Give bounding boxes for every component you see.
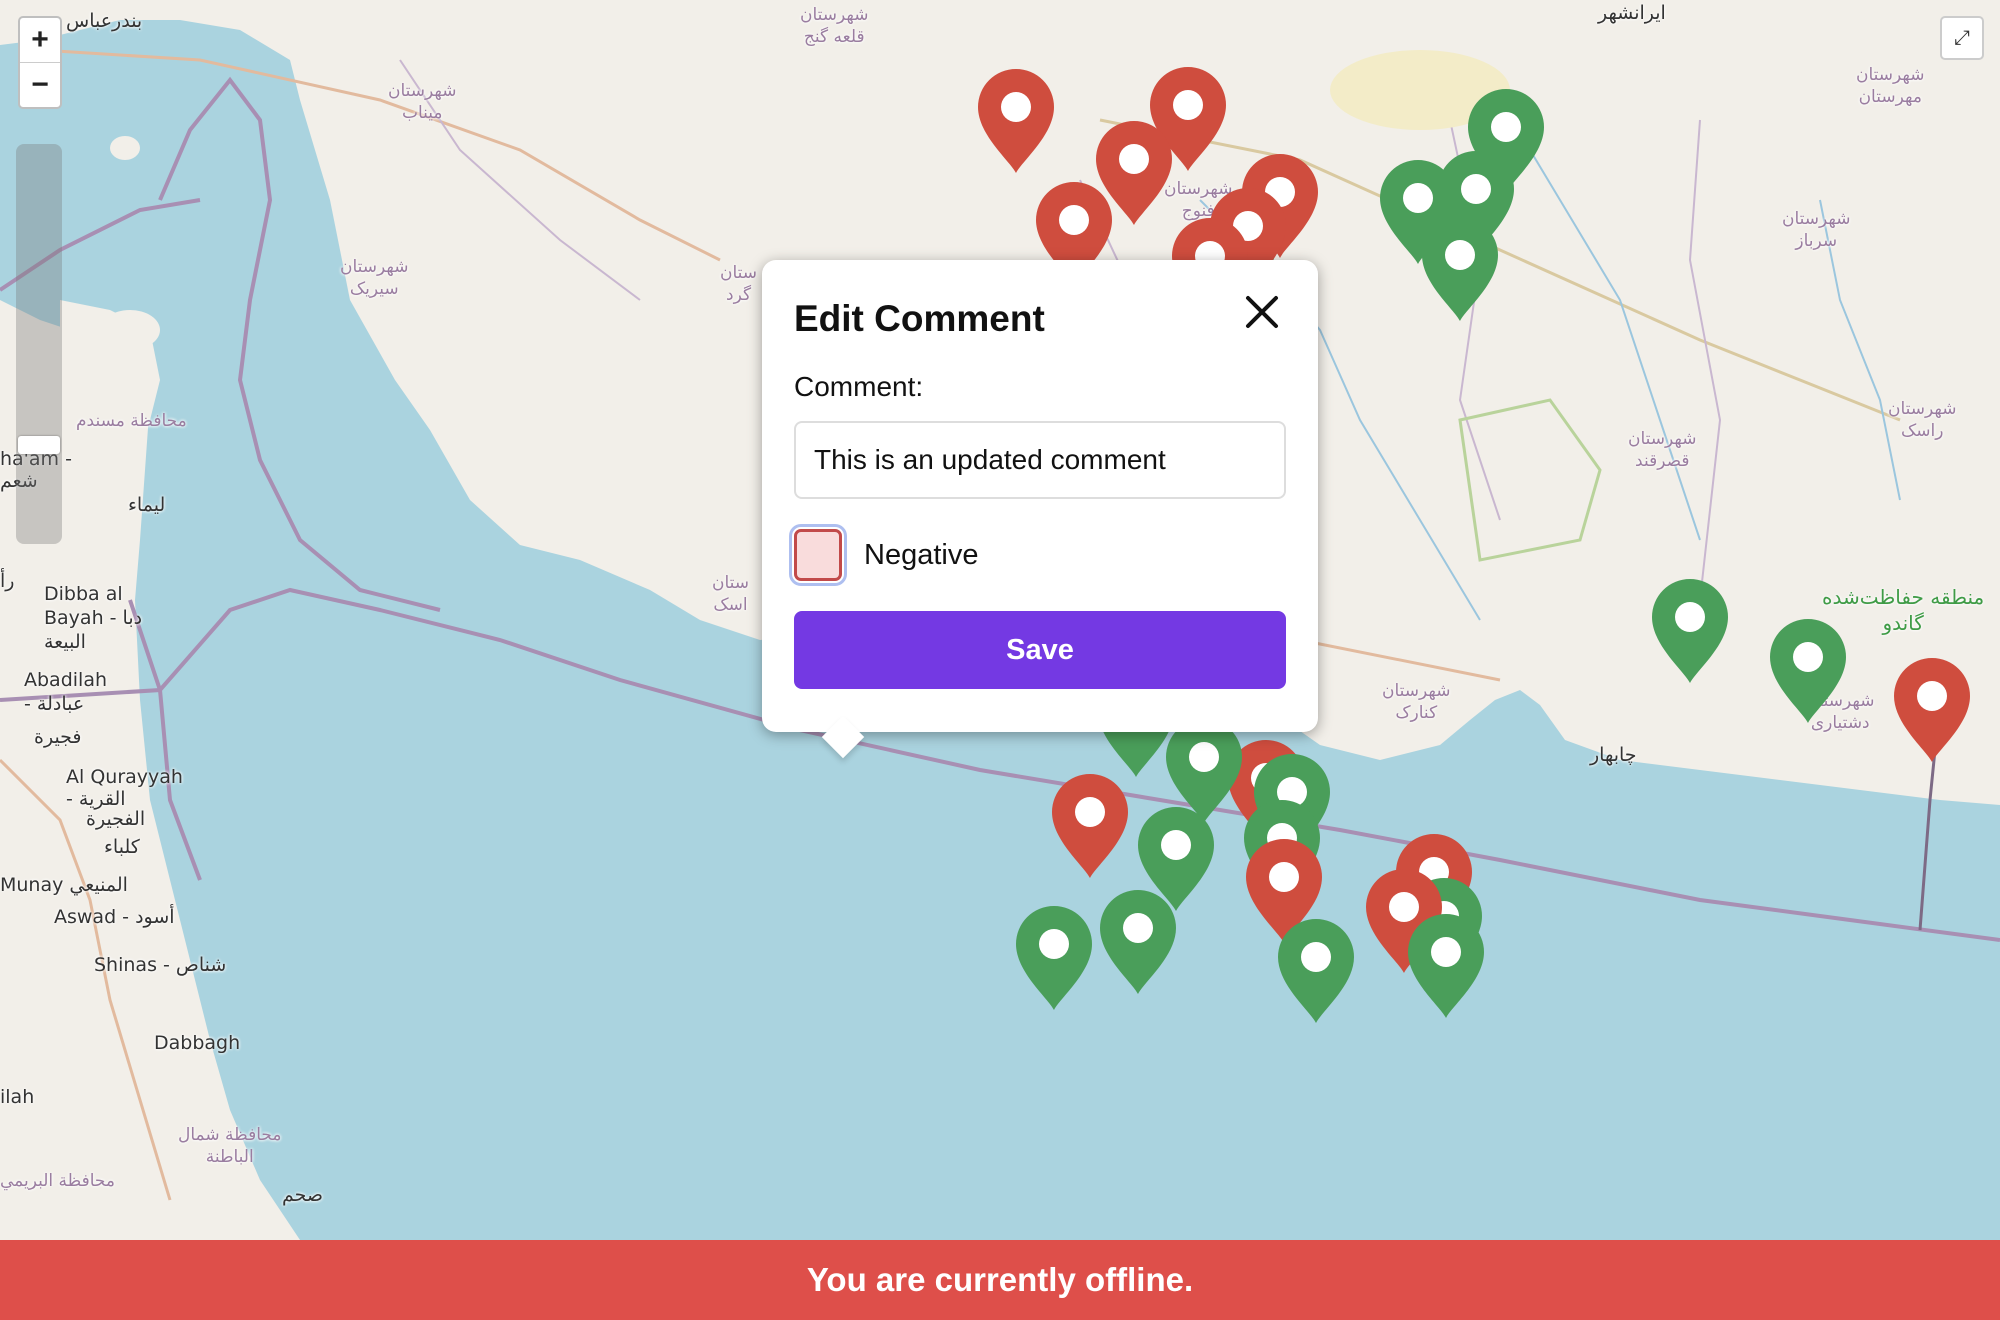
map-marker-icon[interactable] <box>974 65 1058 175</box>
map-marker-icon[interactable] <box>1890 654 1974 764</box>
place-label: ایرانشهر <box>1598 2 1666 24</box>
map-marker-icon[interactable] <box>1766 615 1850 725</box>
place-label: شهرستان قلعه گنج <box>800 5 869 47</box>
map-marker-icon[interactable] <box>1404 910 1488 1020</box>
place-label: Dibba al Bayah - دبا البيعة <box>44 583 143 653</box>
place-label: الفجيرة <box>86 808 146 830</box>
place-label: Shinas - شناص <box>94 954 227 976</box>
place-label: Abadilah - عبادلة <box>24 669 108 715</box>
place-label: Aswad - أسود <box>54 906 175 928</box>
save-button[interactable]: Save <box>794 611 1286 689</box>
place-label: محافظة شمال الباطنة <box>178 1125 282 1167</box>
negative-checkbox[interactable] <box>789 524 847 586</box>
popup-title: Edit Comment <box>794 298 1045 339</box>
edit-comment-popup: Edit Comment Comment: Negative Save <box>762 260 1318 759</box>
zoom-control: + − <box>18 16 62 109</box>
fullscreen-button[interactable]: ⤢ <box>1940 16 1984 60</box>
place-label: شهرستان سیریک <box>340 257 409 299</box>
close-icon[interactable] <box>1242 292 1282 332</box>
place-label: شهرستان راسک <box>1888 399 1957 441</box>
place-label: Munay المنيعي <box>0 874 128 896</box>
place-label: رأ <box>0 570 15 592</box>
comment-input[interactable] <box>794 421 1286 499</box>
negative-label: Negative <box>864 538 979 571</box>
place-label: Dabbagh <box>154 1032 241 1054</box>
place-label: شهرستان قصرقند <box>1628 429 1697 471</box>
place-label: Al Qurayyah - القرية <box>66 766 183 810</box>
map-marker-icon[interactable] <box>1012 902 1096 1012</box>
place-label: ilah <box>0 1086 35 1108</box>
place-label: ليماء <box>128 494 166 516</box>
place-label: فجيرة <box>34 726 82 748</box>
place-label: صحم <box>282 1184 324 1206</box>
map-view[interactable]: بندرعباس شهرستان قلعه گنج ایرانشهر شهرست… <box>0 0 2000 1240</box>
place-label: شهرستان کنارک <box>1382 681 1451 723</box>
place-label: بندرعباس <box>66 10 143 32</box>
place-label: محافظة البريمي <box>0 1171 115 1191</box>
map-marker-icon[interactable] <box>1648 575 1732 685</box>
place-label: چابهار <box>1590 744 1637 766</box>
place-label: كلباء <box>104 836 140 858</box>
place-label: شهرستان مهرستان <box>1856 65 1925 107</box>
zoom-slider-handle[interactable] <box>18 436 60 454</box>
place-label: شهرستان سرباز <box>1782 209 1851 251</box>
map-marker-icon[interactable] <box>1096 886 1180 996</box>
place-label: شهرستان میناب <box>388 81 457 123</box>
comment-label: Comment: <box>794 371 924 402</box>
zoom-in-button[interactable]: + <box>20 18 60 62</box>
offline-banner: You are currently offline. <box>0 1240 2000 1320</box>
place-label: محافظة مسندم <box>76 411 187 431</box>
zoom-out-button[interactable]: − <box>20 62 60 107</box>
map-marker-icon[interactable] <box>1418 213 1502 323</box>
map-marker-icon[interactable] <box>1048 770 1132 880</box>
map-marker-icon[interactable] <box>1274 915 1358 1025</box>
zoom-slider[interactable] <box>16 144 62 544</box>
place-label: ستان اسک <box>712 573 750 615</box>
place-label: ستان گرد <box>720 263 758 305</box>
